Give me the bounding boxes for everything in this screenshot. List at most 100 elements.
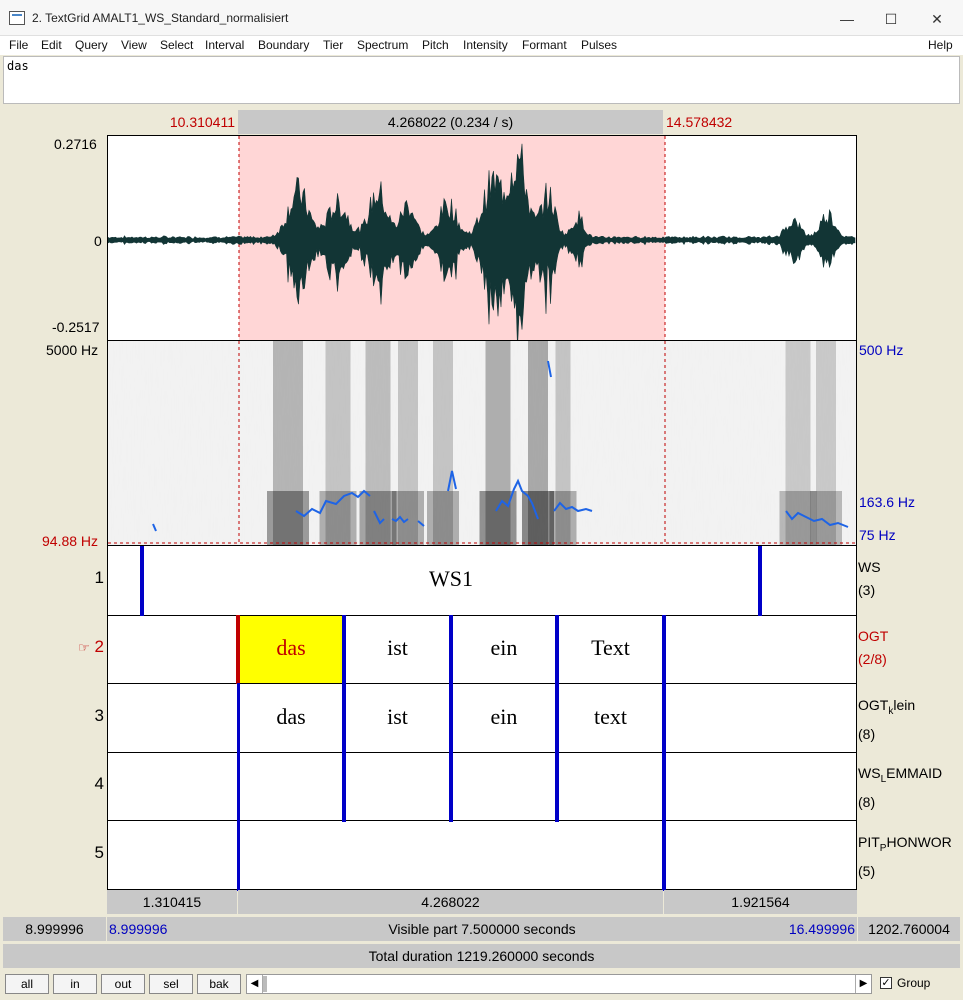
waveform-max-label: 0.2716 [54,136,97,152]
visible-part-bar[interactable]: 8.999996 Visible part 7.500000 seconds 1… [107,917,857,941]
tier-name-ogt-klein[interactable]: OGTklein (8) [858,694,915,746]
menu-query[interactable]: Query [75,38,108,52]
tier-divider [108,752,856,753]
waveform-panel[interactable] [107,135,857,348]
menu-edit[interactable]: Edit [41,38,62,52]
tier-number[interactable]: 5 [80,843,104,863]
menu-tier[interactable]: Tier [323,38,343,52]
segment-right-duration[interactable]: 1.921564 [664,890,857,914]
visible-end-time: 16.499996 [788,921,855,937]
tier2-5-boundary[interactable] [662,615,666,891]
tier2-interval-label[interactable]: ein [453,635,555,661]
group-checkbox[interactable]: ✓ [880,977,892,989]
tier3-interval-label[interactable]: text [559,704,662,730]
tier4-boundary[interactable] [342,752,346,822]
minimize-button[interactable]: — [824,6,870,32]
tier-divider [108,615,856,616]
tier-name-rest: lein [893,697,916,713]
total-duration-bar[interactable]: Total duration 1219.260000 seconds [3,944,960,968]
menu-interval[interactable]: Interval [205,38,244,52]
tier-name-text: PIT [858,834,880,850]
window-end-time[interactable]: 1202.760004 [858,917,960,941]
pitch-cursor-label: 163.6 Hz [859,494,916,510]
waveform-min-label: -0.2517 [52,319,100,335]
tier-number[interactable]: 1 [80,568,104,588]
tier-name-ws[interactable]: WS (3) [858,556,881,602]
tier2-interval-label[interactable]: ist [346,635,449,661]
scroll-right-arrow-icon[interactable]: ▶ [855,975,871,993]
zoom-selection-button[interactable]: sel [149,974,193,994]
tier1-interval-label[interactable]: WS1 [386,566,516,592]
scrollbar-thumb[interactable] [263,976,267,992]
tier4-boundary[interactable] [555,752,559,822]
tier1-boundary[interactable] [140,546,144,616]
menu-boundary[interactable]: Boundary [258,38,309,52]
title-bar: 2. TextGrid AMALT1_WS_Standard_normalisi… [0,0,963,36]
tier-divider [108,683,856,684]
waveform-graphic [107,136,856,348]
menu-select[interactable]: Select [160,38,193,52]
spectrogram-panel[interactable] [107,341,857,545]
spectrogram-low-energy [319,491,357,545]
textgrid-tiers[interactable]: WS1 das ist ein Text das ist ein text [107,545,857,891]
zoom-in-button[interactable]: in [53,974,97,994]
menu-help[interactable]: Help [928,38,953,52]
maximize-button[interactable]: ☐ [868,6,914,32]
tier3-interval-label[interactable]: das [240,704,342,730]
segment-left-duration[interactable]: 1.310415 [107,890,237,914]
tier-name-text: WS [858,559,881,575]
menu-spectrum[interactable]: Spectrum [357,38,408,52]
segment-selection-duration[interactable]: 4.268022 [238,890,663,914]
zoom-out-button[interactable]: out [101,974,145,994]
tier-count: (5) [858,862,876,879]
spectrogram-graphic [108,341,856,545]
spectrogram-low-energy [427,491,459,545]
menu-view[interactable]: View [121,38,147,52]
tier4-boundary[interactable] [449,752,453,822]
tier-count: (2/8) [858,651,887,667]
menu-pitch[interactable]: Pitch [422,38,449,52]
menu-pulses[interactable]: Pulses [581,38,617,52]
pitch-max-label: 500 Hz [859,342,904,358]
tier-name-text: OGT [858,697,889,713]
zoom-back-button[interactable]: bak [197,974,241,994]
tier-name-rest: EMMAID [886,765,943,781]
tier-name-text: WS [858,765,881,781]
app-icon [9,11,25,25]
selection-duration[interactable]: 4.268022 (0.234 / s) [238,110,663,134]
menu-intensity[interactable]: Intensity [463,38,508,52]
tier2-interval-label[interactable]: das [240,635,342,661]
tier-name-pit-phonwor[interactable]: PITPHONWOR (5) [858,831,952,883]
tier-name-rest: HONWOR [886,834,952,850]
tier-name-ogt[interactable]: OGT (2/8) [858,625,888,671]
menu-file[interactable]: File [9,38,28,52]
tier-number[interactable]: 3 [80,706,104,726]
spectrogram-max-label: 5000 Hz [46,342,99,358]
close-button[interactable]: ✕ [914,6,960,32]
horizontal-scrollbar[interactable]: ◀ ▶ [246,974,872,994]
interval-text-field[interactable]: das [3,56,960,104]
tier-name-text: OGT [858,628,889,644]
tier3-interval-label[interactable]: ist [346,704,449,730]
tier-divider [108,820,856,821]
tier3-interval-label[interactable]: ein [453,704,555,730]
spectrogram-low-energy [810,491,842,545]
tier2-interval-label[interactable]: Text [559,635,662,661]
zoom-all-button[interactable]: all [5,974,49,994]
tier-count: (8) [858,725,876,742]
tier-name-ws-lemmaid[interactable]: WSLEMMAID (8) [858,762,942,814]
spectrogram-min-label: 94.88 Hz [42,533,99,549]
scroll-left-arrow-icon[interactable]: ◀ [247,975,263,993]
window-start-time[interactable]: 8.999996 [3,917,106,941]
selection-start-time: 10.310411 [169,114,235,130]
tier1-boundary[interactable] [758,546,762,616]
tier-number-current[interactable]: ☞ 2 [70,637,104,657]
selection-end-time: 14.578432 [666,114,733,130]
spectrogram-low-energy [549,491,577,545]
spectrogram-low-energy [392,491,424,545]
tier-number-value: 2 [94,637,104,656]
spectrogram-low-energy [267,491,309,545]
menu-formant[interactable]: Formant [522,38,567,52]
visible-start-time: 8.999996 [109,921,168,937]
tier-number[interactable]: 4 [80,774,104,794]
